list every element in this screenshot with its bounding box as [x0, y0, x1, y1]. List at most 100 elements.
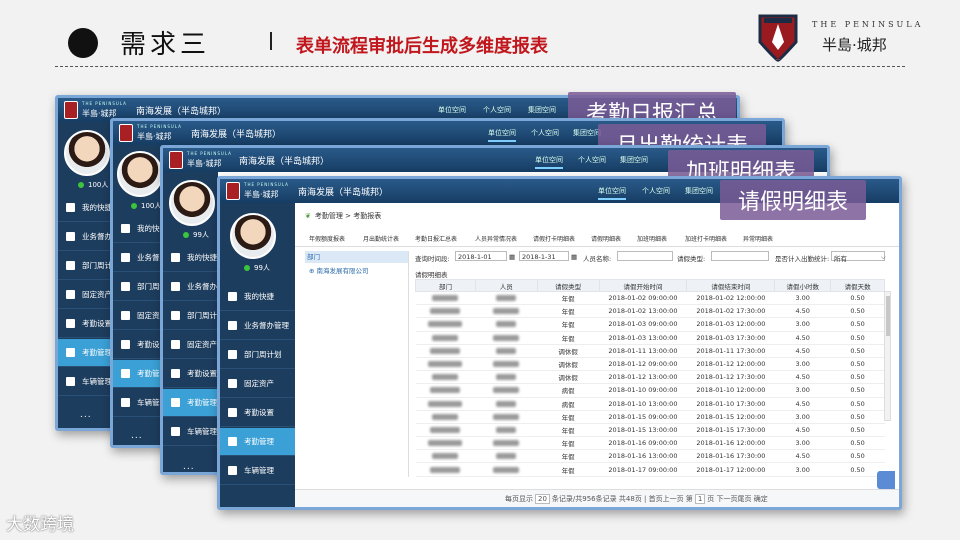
tab-personal-space[interactable]: 个人空间	[483, 105, 511, 115]
tree-node-company[interactable]: ⊕ 南海发展有限公司	[305, 265, 408, 275]
sidebar-item-attendance-management[interactable]: 考勤管理	[163, 389, 218, 417]
tab-group-space[interactable]: 集团空间	[528, 105, 556, 115]
sidebar-item-weekly-plan[interactable]: 部门周计划	[163, 302, 218, 330]
sidebar-item-weekly-plan[interactable]: 部门周计划	[220, 341, 295, 369]
tab-unit-space[interactable]: 单位空间	[598, 186, 626, 200]
table-row[interactable]: 年假 2018-01-16 13:00:00 2018-01-16 17:30:00…	[415, 449, 885, 464]
scrollbar-thumb[interactable]	[886, 296, 890, 336]
sidebar-item-weekly-plan[interactable]: 部门周计划	[113, 273, 163, 301]
table-row[interactable]: 年假 2018-01-16 09:00:00 2018-01-16 12:00:00…	[415, 436, 885, 451]
sidebar-item-fixed-assets[interactable]: 固定资产	[113, 302, 163, 330]
date-from-input[interactable]: 2018-1-01	[455, 251, 507, 261]
sidebar-item-attendance-settings[interactable]: 考勤设置	[163, 360, 218, 388]
avatar[interactable]	[230, 213, 276, 259]
col-department[interactable]: 部门	[415, 279, 476, 292]
calendar-icon[interactable]: ▦	[571, 253, 577, 261]
table-row[interactable]: 年假 2018-01-15 09:00:00 2018-01-15 12:00:00…	[415, 410, 885, 424]
sidebar-item-weekly-plan[interactable]: 部门周计划	[58, 252, 118, 280]
tab-leave-punch-detail[interactable]: 请假打卡明细表	[533, 234, 575, 243]
sidebar-item-supervision[interactable]: 业务督办管	[163, 273, 218, 301]
date-to-input[interactable]: 2018-1-31	[519, 251, 569, 261]
cell-start-time: 2018-01-15 09:00:00	[599, 410, 687, 424]
cell-start-time: 2018-01-02 13:00:00	[599, 304, 687, 319]
tab-annual-leave-quota[interactable]: 年假额度报表	[309, 234, 345, 243]
sidebar-item-supervision[interactable]: 业务督办管理	[58, 223, 118, 251]
online-status-icon	[183, 232, 189, 238]
sidebar-item-shortcuts[interactable]: 我的快捷	[113, 215, 163, 243]
sidebar-item-vehicles[interactable]: 车辆管理	[220, 457, 295, 485]
avatar[interactable]	[64, 130, 110, 176]
tab-exception-detail[interactable]: 异常明细表	[743, 234, 773, 243]
sidebar-item-vehicles[interactable]: 车辆管理	[163, 418, 218, 446]
cell-end-time: 2018-01-16 17:30:00	[686, 449, 775, 464]
sidebar-item-shortcuts[interactable]: 我的快捷	[220, 283, 295, 311]
sidebar-item-attendance-management[interactable]: 考勤管理	[220, 428, 295, 456]
table-row[interactable]: 调休假 2018-01-12 09:00:00 2018-01-12 12:00:0…	[415, 357, 885, 372]
page-number-input[interactable]: 1	[694, 494, 706, 504]
col-leave-type[interactable]: 请假类型	[536, 279, 600, 292]
tab-abnormal-persons[interactable]: 人员异常情况表	[475, 234, 517, 243]
tab-daily-summary[interactable]: 考勤日报汇总表	[415, 234, 457, 243]
header-dashed-divider	[55, 66, 905, 67]
avatar[interactable]	[169, 180, 215, 226]
sidebar-item-attendance-settings[interactable]: 考勤设置	[220, 399, 295, 427]
tab-overtime-detail[interactable]: 加班明细表	[637, 234, 667, 243]
brand-logo-icon	[169, 151, 183, 169]
slide-header: 需求三 表单流程审批后生成多维度报表 THE PENINSULA 半島·城邦	[0, 0, 960, 70]
tab-unit-space[interactable]: 单位空间	[488, 128, 516, 142]
sidebar-item-attendance-settings[interactable]: 考勤设置	[113, 331, 163, 359]
sidebar-item-supervision[interactable]: 业务督办管	[113, 244, 163, 272]
tab-monthly-attendance[interactable]: 月出勤统计表	[363, 234, 399, 243]
table-scrollbar[interactable]	[884, 291, 891, 421]
tab-personal-space[interactable]: 个人空间	[642, 186, 670, 196]
table-row[interactable]: 年假 2018-01-17 09:00:00 2018-01-17 12:00:00…	[415, 462, 885, 477]
table-row[interactable]: 病假 2018-01-10 09:00:00 2018-01-10 12:00:00…	[415, 383, 885, 398]
sidebar-item-attendance-management[interactable]: 考勤管理	[113, 360, 163, 388]
sidebar-item-attendance-settings[interactable]: 考勤设置	[58, 310, 118, 338]
cell-person-redacted	[475, 331, 538, 345]
sidebar-more[interactable]: ...	[80, 410, 92, 420]
tab-personal-space[interactable]: 个人空间	[578, 155, 606, 165]
col-end-time[interactable]: 请假结束时间	[686, 279, 776, 292]
table-row[interactable]: 调休假 2018-01-11 13:00:00 2018-01-11 17:30:0…	[415, 344, 885, 358]
table-row[interactable]: 年假 2018-01-15 13:00:00 2018-01-15 17:30:00…	[415, 423, 885, 438]
tab-leave-detail[interactable]: 请假明细表	[591, 234, 621, 243]
sidebar-item-fixed-assets[interactable]: 固定资产	[163, 331, 218, 359]
tab-group-space[interactable]: 集团空间	[573, 128, 601, 138]
sidebar-item-fixed-assets[interactable]: 固定资产	[58, 281, 118, 309]
sidebar-item-vehicles[interactable]: 车辆管理	[113, 389, 163, 417]
speaker-icon[interactable]	[877, 471, 895, 489]
tab-group-space[interactable]: 集团空间	[620, 155, 648, 165]
table-row[interactable]: 病假 2018-01-10 13:00:00 2018-01-10 17:30:00…	[415, 397, 885, 411]
table-row[interactable]: 年假 2018-01-03 13:00:00 2018-01-03 17:30:00…	[415, 331, 885, 345]
table-row[interactable]: 年假 2018-01-02 09:00:00 2018-01-02 12:00:00…	[415, 291, 885, 306]
col-days[interactable]: 请假天数	[830, 279, 885, 292]
sidebar-more[interactable]: ...	[183, 462, 195, 472]
counted-select[interactable]: 所有	[831, 251, 885, 263]
sidebar-item-fixed-assets[interactable]: 固定资产	[220, 370, 295, 398]
sidebar-item-supervision[interactable]: 业务督办管理	[220, 312, 295, 340]
sidebar-item-shortcuts[interactable]: 我的快捷	[58, 194, 118, 222]
sidebar-more[interactable]: ...	[131, 431, 143, 441]
table-row[interactable]: 年假 2018-01-02 13:00:00 2018-01-02 17:30:00…	[415, 304, 885, 319]
table-row[interactable]: 调休假 2018-01-12 13:00:00 2018-01-12 17:30:0…	[415, 370, 885, 385]
col-start-time[interactable]: 请假开始时间	[598, 279, 688, 292]
col-hours[interactable]: 请假小时数	[774, 279, 832, 292]
tab-overtime-punch-detail[interactable]: 加班打卡明细表	[685, 234, 727, 243]
col-person[interactable]: 人员	[474, 279, 538, 292]
tab-unit-space[interactable]: 单位空间	[535, 155, 563, 169]
page-size-input[interactable]: 20	[535, 494, 550, 504]
calendar-icon[interactable]: ▦	[509, 253, 515, 261]
sidebar-item-attendance-management[interactable]: 考勤管理	[58, 339, 118, 367]
avatar[interactable]	[117, 151, 163, 197]
chevron-down-icon[interactable]: ⌵	[881, 253, 886, 262]
sidebar-item-vehicles[interactable]: 车辆管理	[58, 368, 118, 396]
table-row[interactable]: 年假 2018-01-03 09:00:00 2018-01-03 12:00:00…	[415, 317, 885, 332]
leave-type-select[interactable]	[711, 251, 769, 261]
sidebar: 100人 我的快捷 业务督办管理 部门周计划 固定资产 考勤设置 考勤管理 车辆…	[58, 122, 118, 428]
tab-group-space[interactable]: 集团空间	[685, 186, 713, 196]
sidebar-item-shortcuts[interactable]: 我的快捷	[163, 244, 218, 272]
tab-personal-space[interactable]: 个人空间	[531, 128, 559, 138]
person-name-input[interactable]	[617, 251, 673, 261]
tab-unit-space[interactable]: 单位空间	[438, 105, 466, 115]
